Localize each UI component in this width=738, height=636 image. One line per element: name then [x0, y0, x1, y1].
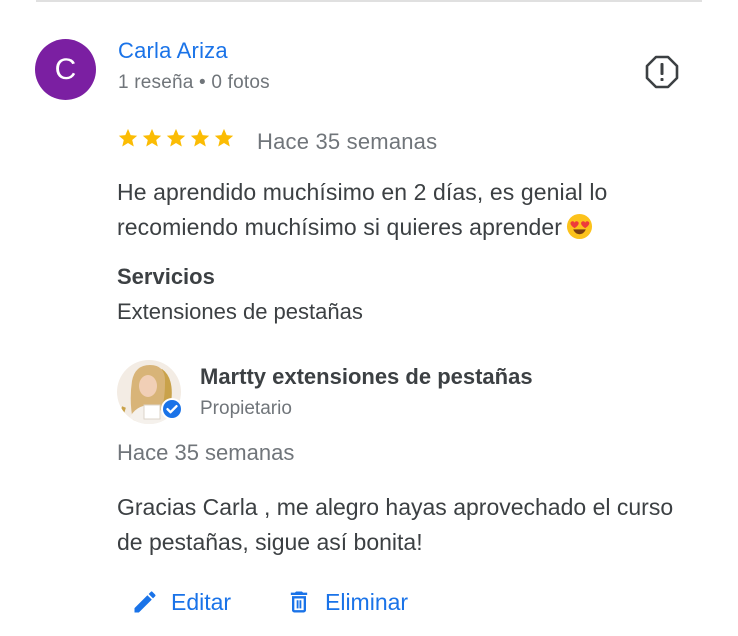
edit-label: Editar: [171, 588, 232, 615]
delete-label: Eliminar: [325, 588, 409, 615]
report-icon[interactable]: [645, 55, 679, 89]
reply-text: Gracias Carla , me alegro hayas aprovech…: [117, 494, 674, 555]
star-rating: [117, 127, 235, 149]
star-icon: [190, 128, 210, 147]
reply-date: Hace 35 semanas: [117, 440, 295, 465]
top-divider: [36, 0, 702, 2]
owner-role: Propietario: [200, 398, 292, 419]
star-icon: [142, 128, 162, 147]
star-icon: [166, 128, 186, 147]
review-text: He aprendido muchísimo en 2 días, es gen…: [117, 175, 677, 245]
reviewer-meta: 1 reseña • 0 fotos: [118, 72, 270, 93]
owner-name: Martty extensiones de pestañas: [200, 364, 533, 389]
delete-button[interactable]: Eliminar: [285, 588, 408, 616]
reviewer-name[interactable]: Carla Ariza: [118, 38, 228, 64]
owner-avatar[interactable]: [116, 359, 186, 429]
review-date: Hace 35 semanas: [257, 129, 438, 154]
reviewer-avatar[interactable]: C: [35, 39, 96, 100]
avatar-letter: C: [54, 52, 77, 86]
trash-icon: [290, 591, 308, 613]
pencil-icon: [134, 591, 156, 613]
review-body: He aprendido muchísimo en 2 días, es gen…: [117, 179, 608, 240]
star-icon: [118, 128, 138, 147]
edit-button[interactable]: Editar: [131, 588, 231, 616]
heart-eyes-emoji-icon: [567, 213, 593, 240]
services-heading: Servicios: [117, 264, 215, 289]
services-value: Extensiones de pestañas: [117, 299, 363, 324]
star-icon: [214, 128, 234, 147]
